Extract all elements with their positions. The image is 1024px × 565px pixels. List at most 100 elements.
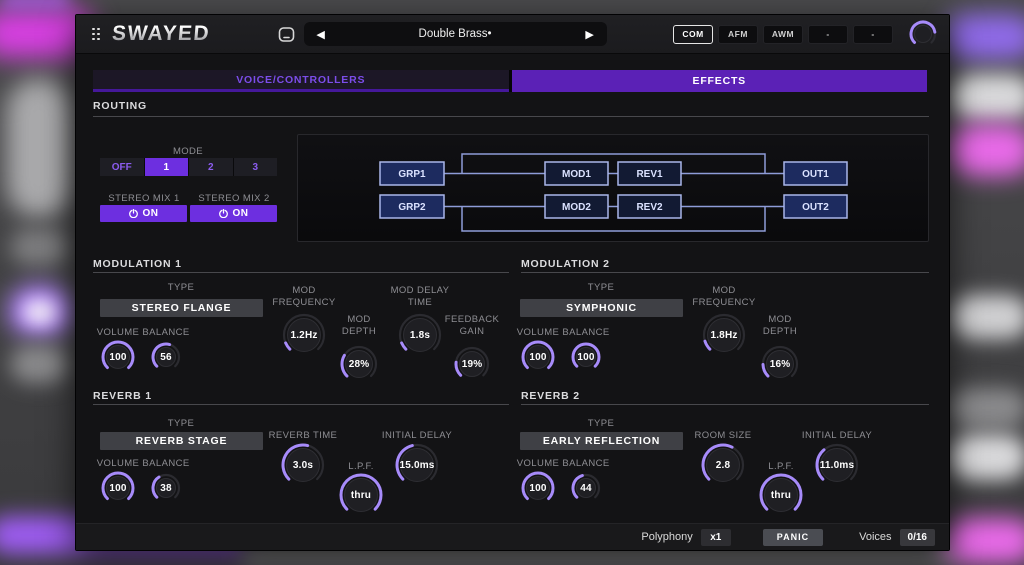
mod2-type-label: TYPE [561, 282, 641, 294]
knob-value: 100 [101, 471, 135, 505]
knob-value: 19% [454, 346, 490, 382]
rev2-lpf-knob[interactable]: thru [759, 473, 803, 517]
mod2-type-select[interactable]: SYMPHONIC [520, 299, 683, 317]
routing-node-mod2[interactable]: MOD2 [545, 195, 608, 218]
rev1-initdelay-knob[interactable]: 15.0ms [395, 443, 439, 487]
knob-value: 2.8 [701, 443, 745, 487]
divider [521, 404, 929, 405]
rev1-balance-knob[interactable]: 38 [151, 473, 181, 503]
knob-value: thru [339, 473, 383, 517]
mod2-depth-label: MOD DEPTH [758, 314, 802, 338]
routing-node-mod1[interactable]: MOD1 [545, 162, 608, 185]
rev1-balance-label: BALANCE [136, 458, 196, 470]
rev2-room-label: ROOM SIZE [673, 430, 773, 442]
mod2-volume-knob[interactable]: 100 [521, 340, 555, 374]
mod2-balance-knob[interactable]: 100 [571, 342, 601, 372]
mod1-feedback-label: FEEDBACK GAIN [439, 314, 505, 338]
svg-text:MOD1: MOD1 [562, 169, 591, 180]
rev1-section-title: REVERB 1 [93, 390, 152, 402]
rev2-initdelay-knob[interactable]: 11.0ms [815, 443, 859, 487]
mod1-volume-knob[interactable]: 100 [101, 340, 135, 374]
stereo-mix-1-toggle[interactable]: ON [100, 205, 187, 222]
routing-node-out1[interactable]: OUT1 [784, 162, 847, 185]
mod1-feedback-knob[interactable]: 19% [454, 346, 490, 382]
rev2-lpf-label: L.P.F. [756, 461, 806, 473]
voices-label: Voices [859, 531, 891, 543]
svg-text:MOD2: MOD2 [562, 202, 591, 213]
routing-node-grp1[interactable]: GRP1 [380, 162, 444, 185]
knob-value: 1.8s [398, 313, 442, 357]
knob-value: 44 [571, 473, 601, 503]
rev2-balance-knob[interactable]: 44 [571, 473, 601, 503]
rev2-initdelay-label: INITIAL DELAY [787, 430, 887, 442]
mod1-depth-knob[interactable]: 28% [340, 345, 378, 383]
rev2-section-title: REVERB 2 [521, 390, 580, 402]
knob-value: 100 [521, 471, 555, 505]
rev2-type-label: TYPE [561, 418, 641, 430]
divider [93, 116, 929, 117]
mode-3-button[interactable]: 3 [234, 158, 278, 176]
rev1-initdelay-label: INITIAL DELAY [367, 430, 467, 442]
rev2-balance-label: BALANCE [556, 458, 616, 470]
mode-switch: OFF 1 2 3 [100, 158, 277, 176]
power-icon [129, 209, 138, 218]
mod1-freq-knob[interactable]: 1.2Hz [282, 313, 326, 357]
stereo-mix-2-toggle[interactable]: ON [190, 205, 277, 222]
rev1-volume-knob[interactable]: 100 [101, 471, 135, 505]
knob-value: 16% [761, 345, 799, 383]
mod2-balance-label: BALANCE [556, 327, 616, 339]
panic-button[interactable]: PANIC [763, 529, 823, 546]
mod1-delay-knob[interactable]: 1.8s [398, 313, 442, 357]
rev1-time-knob[interactable]: 3.0s [281, 443, 325, 487]
stereo-mix-1-label: STEREO MIX 1 [94, 193, 194, 205]
power-icon [219, 209, 228, 218]
mod2-section-title: MODULATION 2 [521, 258, 610, 270]
knob-value: 100 [571, 342, 601, 372]
routing-node-rev1[interactable]: REV1 [618, 162, 681, 185]
mod2-freq-label: MOD FREQUENCY [688, 285, 760, 309]
knob-value: 56 [151, 342, 181, 372]
polyphony-value-button[interactable]: x1 [701, 529, 731, 546]
mod1-balance-knob[interactable]: 56 [151, 342, 181, 372]
mod2-depth-knob[interactable]: 16% [761, 345, 799, 383]
effects-page: ROUTING MODE OFF 1 2 3 STEREO MIX 1 STER… [76, 15, 949, 550]
knob-value: 1.8Hz [702, 313, 746, 357]
svg-text:REV2: REV2 [636, 202, 663, 213]
mod1-freq-label: MOD FREQUENCY [268, 285, 340, 309]
knob-value: 28% [340, 345, 378, 383]
rev2-volume-knob[interactable]: 100 [521, 471, 555, 505]
routing-node-out2[interactable]: OUT2 [784, 195, 847, 218]
knob-value: 100 [101, 340, 135, 374]
knob-value: 100 [521, 340, 555, 374]
svg-text:GRP1: GRP1 [398, 169, 426, 180]
mode-2-button[interactable]: 2 [189, 158, 234, 176]
rev1-lpf-label: L.P.F. [336, 461, 386, 473]
rev2-room-knob[interactable]: 2.8 [701, 443, 745, 487]
rev1-time-label: REVERB TIME [253, 430, 353, 442]
rev1-type-select[interactable]: REVERB STAGE [100, 432, 263, 450]
rev1-lpf-knob[interactable]: thru [339, 473, 383, 517]
stereo-mix-2-state: ON [233, 208, 249, 219]
mod2-freq-knob[interactable]: 1.8Hz [702, 313, 746, 357]
divider [521, 272, 929, 273]
voices-count[interactable]: 0/16 [900, 529, 935, 546]
mod1-section-title: MODULATION 1 [93, 258, 182, 270]
svg-text:OUT2: OUT2 [802, 202, 829, 213]
routing-node-grp2[interactable]: GRP2 [380, 195, 444, 218]
mode-off-button[interactable]: OFF [100, 158, 145, 176]
routing-diagram-panel: GRP1 GRP2 MOD1 MOD2 [297, 134, 929, 242]
mode-1-button[interactable]: 1 [145, 158, 190, 176]
knob-value: 3.0s [281, 443, 325, 487]
divider [93, 272, 509, 273]
knob-value: 1.2Hz [282, 313, 326, 357]
knob-value: thru [759, 473, 803, 517]
mod1-delay-label: MOD DELAY TIME [387, 285, 453, 309]
routing-node-rev2[interactable]: REV2 [618, 195, 681, 218]
svg-text:GRP2: GRP2 [398, 202, 426, 213]
svg-text:OUT1: OUT1 [802, 169, 829, 180]
rev2-type-select[interactable]: EARLY REFLECTION [520, 432, 683, 450]
mod1-type-select[interactable]: STEREO FLANGE [100, 299, 263, 317]
svg-text:REV1: REV1 [636, 169, 663, 180]
divider [93, 404, 509, 405]
mod1-depth-label: MOD DEPTH [337, 314, 381, 338]
